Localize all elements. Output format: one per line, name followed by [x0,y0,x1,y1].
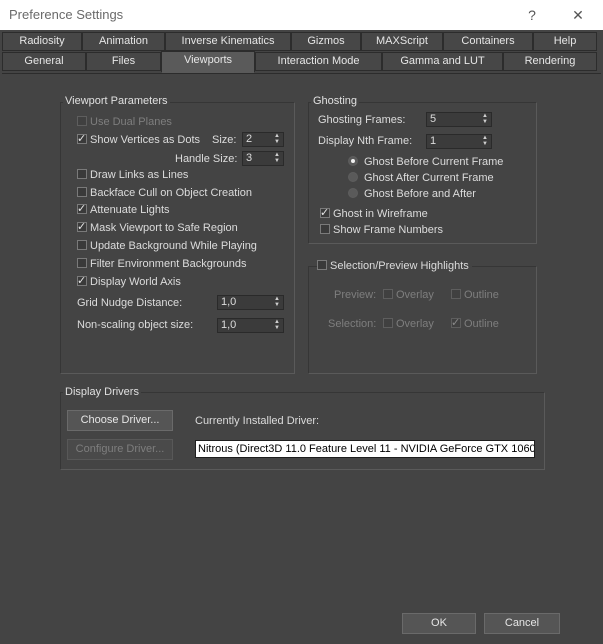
checkbox-box [77,219,87,235]
tab-gizmos[interactable]: Gizmos [291,32,361,51]
display-nth-frame-spinner[interactable]: 1 ▲ ▼ [426,134,492,149]
radio-circle [348,172,358,182]
checkbox-box [451,315,461,331]
radio-circle [348,156,358,166]
backface-cull-checkbox[interactable]: Backface Cull on Object Creation [77,185,252,201]
show-vertices-checkbox[interactable]: Show Vertices as Dots [77,131,200,148]
checkbox-box [77,273,87,289]
grid-nudge-spinner[interactable]: 1,0 ▲ ▼ [217,295,284,310]
window-title: Preference Settings [9,7,124,22]
help-icon[interactable]: ? [517,4,547,26]
tab-rendering[interactable]: Rendering [503,52,597,71]
ghosting-frames-label: Ghosting Frames: [318,114,406,126]
preview-overlay-checkbox[interactable]: Overlay [383,287,434,303]
tab-inverse-kinematics[interactable]: Inverse Kinematics [165,32,291,51]
cancel-button[interactable]: Cancel [484,613,560,634]
selection-outline-checkbox[interactable]: Outline [451,315,499,332]
title-bar: Preference Settings ? ✕ [0,0,603,30]
tab-gamma-and-lut[interactable]: Gamma and LUT [382,52,503,71]
spinner-arrows-icon[interactable]: ▲ ▼ [273,133,281,145]
ghosting-frames-spinner[interactable]: 5 ▲ ▼ [426,112,492,127]
tab-interaction-mode[interactable]: Interaction Mode [255,52,382,71]
selection-overlay-checkbox[interactable]: Overlay [383,316,434,332]
ok-button[interactable]: OK [402,613,476,634]
show-frame-numbers-checkbox[interactable]: Show Frame Numbers [320,222,443,238]
selection-label: Selection: [328,318,377,330]
draw-links-checkbox[interactable]: Draw Links as Lines [77,167,188,183]
checkbox-box [77,258,87,268]
preview-label: Preview: [334,289,377,301]
tab-maxscript[interactable]: MAXScript [361,32,443,51]
checkbox-box [383,289,393,299]
spinner-arrows-icon[interactable]: ▲ ▼ [481,113,489,125]
display-world-axis-checkbox[interactable]: Display World Axis [77,273,181,290]
choose-driver-button[interactable]: Choose Driver... [67,410,173,431]
spinner-arrows-icon[interactable]: ▲ ▼ [273,319,281,331]
checkbox-box [383,318,393,328]
filter-environment-checkbox[interactable]: Filter Environment Backgrounds [77,256,247,272]
mask-viewport-checkbox[interactable]: Mask Viewport to Safe Region [77,219,238,236]
spinner-arrows-icon[interactable]: ▲ ▼ [273,152,281,164]
radio-circle [348,188,358,198]
tab-bar: Radiosity Animation Inverse Kinematics G… [0,32,603,74]
checkbox-box [320,205,330,221]
ghost-before-radio[interactable]: Ghost Before Current Frame [348,154,503,170]
display-nth-frame-label: Display Nth Frame: [318,135,413,147]
preview-outline-checkbox[interactable]: Outline [451,287,499,303]
attenuate-lights-checkbox[interactable]: Attenuate Lights [77,201,170,218]
size-label: Size: [212,134,237,146]
tab-animation[interactable]: Animation [82,32,165,51]
checkbox-box [77,169,87,179]
tab-viewports[interactable]: Viewports [161,51,255,73]
tab-general[interactable]: General [2,52,86,71]
close-icon[interactable]: ✕ [563,4,593,26]
tab-files[interactable]: Files [86,52,161,71]
tab-radiosity[interactable]: Radiosity [2,32,82,51]
spinner-arrows-icon[interactable]: ▲ ▼ [481,135,489,147]
checkbox-box [320,224,330,234]
use-dual-planes-checkbox[interactable]: Use Dual Planes [77,114,172,130]
non-scaling-label: Non-scaling object size: [77,319,194,331]
checkbox-box [77,201,87,217]
installed-driver-field[interactable]: Nitrous (Direct3D 11.0 Feature Level 11 … [195,440,535,458]
checkbox-box [77,240,87,250]
highlights-checkbox[interactable]: Selection/Preview Highlights [317,258,472,274]
checkbox-box [451,289,461,299]
configure-driver-button[interactable]: Configure Driver... [67,439,173,460]
grid-nudge-label: Grid Nudge Distance: [77,297,183,309]
tab-help[interactable]: Help [533,32,597,51]
installed-driver-label: Currently Installed Driver: [195,415,320,427]
handle-size-label: Handle Size: [175,153,238,165]
ghost-after-radio[interactable]: Ghost After Current Frame [348,170,494,186]
checkbox-box [317,260,327,270]
handle-size-spinner[interactable]: 3 ▲ ▼ [242,151,284,166]
tab-containers[interactable]: Containers [443,32,533,51]
update-background-checkbox[interactable]: Update Background While Playing [77,238,257,254]
ghost-before-after-radio[interactable]: Ghost Before and After [348,186,476,202]
ghost-in-wireframe-checkbox[interactable]: Ghost in Wireframe [320,205,428,222]
checkbox-box [77,187,87,197]
ghosting-title: Ghosting [311,95,360,107]
checkbox-box [77,116,87,126]
display-drivers-title: Display Drivers [63,386,141,398]
checkbox-box [77,131,87,147]
size-spinner[interactable]: 2 ▲ ▼ [242,132,284,147]
non-scaling-spinner[interactable]: 1,0 ▲ ▼ [217,318,284,333]
spinner-arrows-icon[interactable]: ▲ ▼ [273,296,281,308]
viewport-parameters-title: Viewport Parameters [63,95,170,107]
